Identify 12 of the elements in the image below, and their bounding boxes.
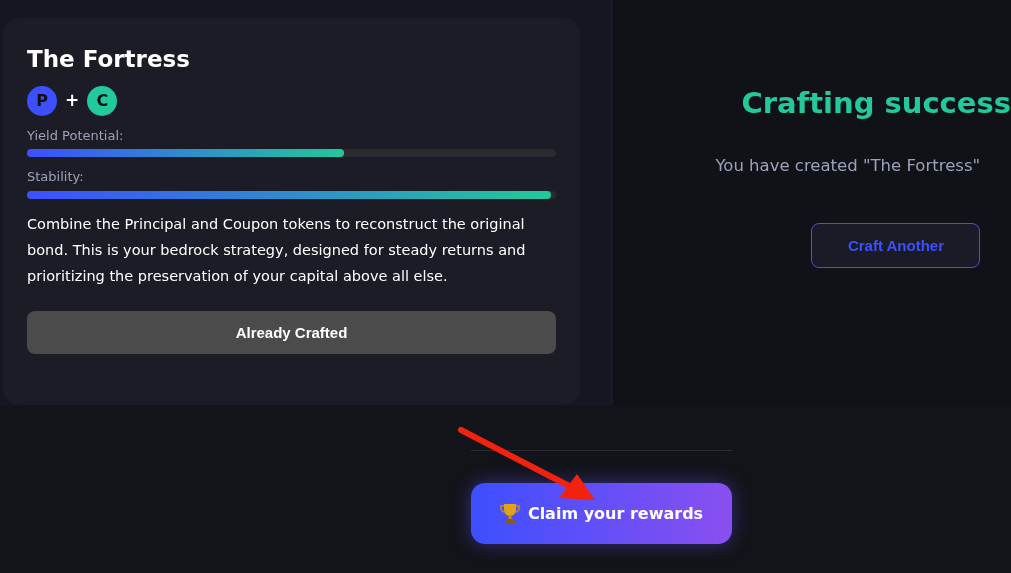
meter-label: Yield Potential: [27, 127, 125, 145]
token-badge: P [27, 85, 57, 116]
success-heading: Crafting success [741, 85, 1011, 122]
description-text: Combine the Principal and Coupon tokens to reconstruct the original bond. This is your bedrock strategy, designed for steady returns and prioritizing the preservation of your capital above all else. [27, 215, 527, 287]
meter-label: Stability: [27, 169, 85, 187]
card-title: The Fortress [27, 46, 191, 74]
success-message: You have created "The Fortress" [715, 154, 982, 177]
claim-rewards-button[interactable]: Claim your rewards [471, 483, 732, 544]
plus-sign: + [65, 88, 80, 112]
trophy-icon [499, 502, 520, 525]
craft-another-button[interactable]: Craft Another [811, 223, 981, 269]
token-badge: C [87, 85, 118, 116]
